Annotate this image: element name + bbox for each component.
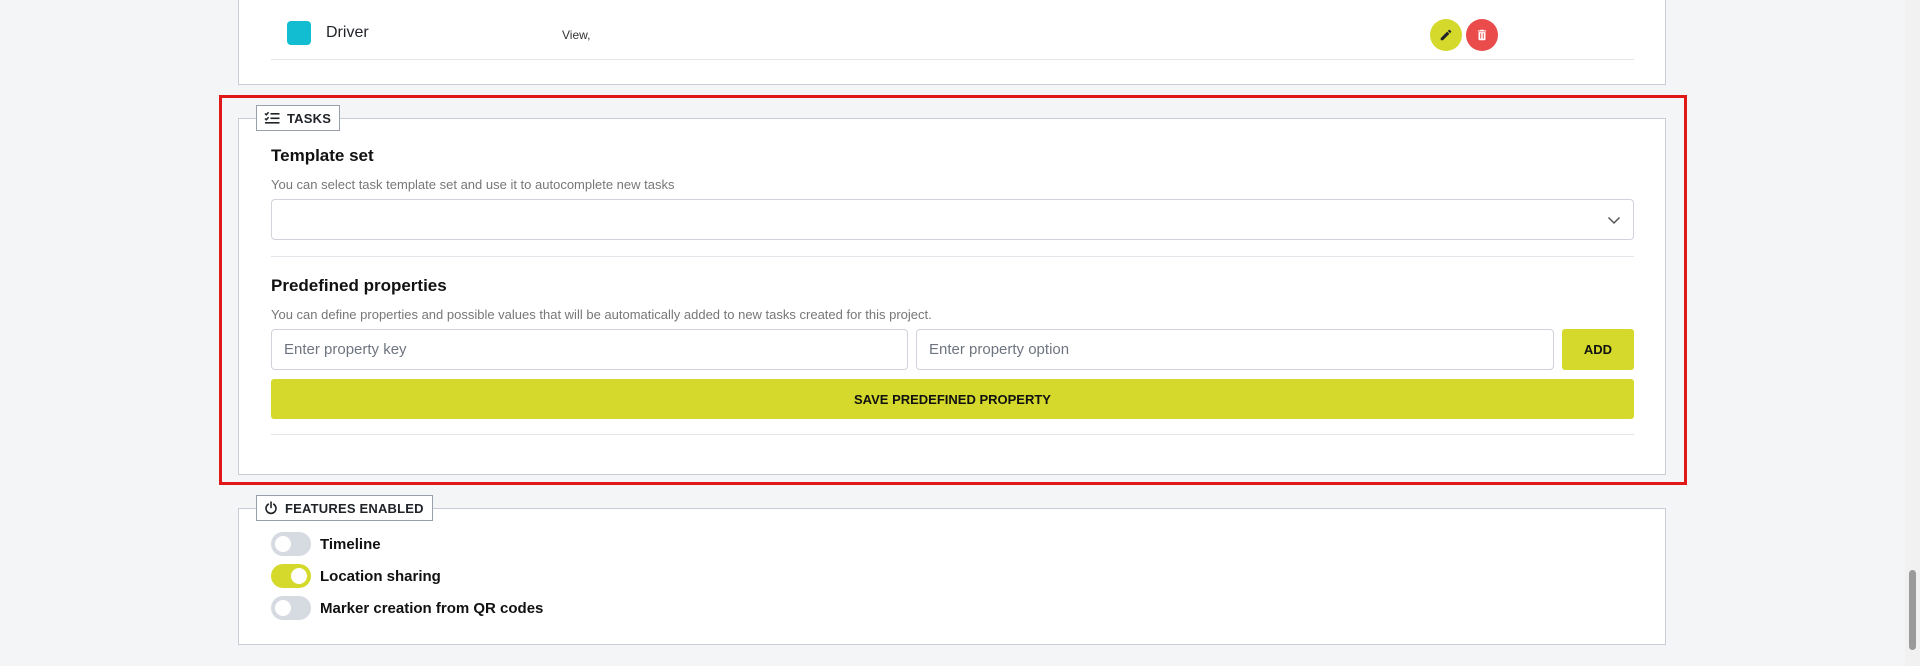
chevron-down-icon <box>1607 216 1621 225</box>
delete-role-button[interactable] <box>1466 19 1498 51</box>
timeline-label: Timeline <box>320 535 381 553</box>
checklist-icon <box>264 111 280 124</box>
save-predefined-property-button[interactable]: SAVE PREDEFINED PROPERTY <box>271 379 1634 419</box>
property-option-input[interactable] <box>916 329 1554 370</box>
pencil-icon <box>1440 29 1452 41</box>
feature-timeline: Timeline <box>271 531 381 557</box>
predefined-properties-description: You can define properties and possible v… <box>271 307 932 322</box>
template-set-title: Template set <box>271 146 374 165</box>
features-panel: FEATURES ENABLED Timeline Location shari… <box>238 495 1666 645</box>
role-color-swatch <box>287 21 311 45</box>
template-set-description: You can select task template set and use… <box>271 177 675 192</box>
section-divider <box>271 256 1634 257</box>
predefined-properties-title: Predefined properties <box>271 276 447 295</box>
property-key-input[interactable] <box>271 329 908 370</box>
role-name: Driver <box>326 24 369 41</box>
location-sharing-toggle[interactable] <box>271 564 311 588</box>
page-scrollbar[interactable] <box>1905 0 1920 666</box>
tasks-legend: TASKS <box>256 105 341 131</box>
table-row: Driver View, <box>271 4 1634 60</box>
role-permissions: View, <box>562 28 591 42</box>
edit-role-button[interactable] <box>1430 19 1462 51</box>
feature-qr-markers: Marker creation from QR codes <box>271 595 543 621</box>
tasks-legend-label: TASKS <box>287 110 332 126</box>
roles-panel: Driver View, <box>238 0 1666 85</box>
scrollbar-thumb[interactable] <box>1909 570 1916 650</box>
power-icon <box>265 501 277 515</box>
tasks-panel: TASKS Template set You can select task t… <box>238 105 1666 475</box>
qr-markers-label: Marker creation from QR codes <box>320 599 544 617</box>
add-property-button[interactable]: ADD <box>1562 329 1634 370</box>
location-sharing-label: Location sharing <box>320 567 441 585</box>
features-legend-label: FEATURES ENABLED <box>285 500 424 516</box>
timeline-toggle[interactable] <box>271 532 311 556</box>
features-legend: FEATURES ENABLED <box>256 495 433 521</box>
section-divider <box>271 434 1634 435</box>
trash-icon <box>1477 29 1487 41</box>
feature-location-sharing: Location sharing <box>271 563 441 589</box>
qr-markers-toggle[interactable] <box>271 596 311 620</box>
template-set-select[interactable] <box>271 199 1634 240</box>
